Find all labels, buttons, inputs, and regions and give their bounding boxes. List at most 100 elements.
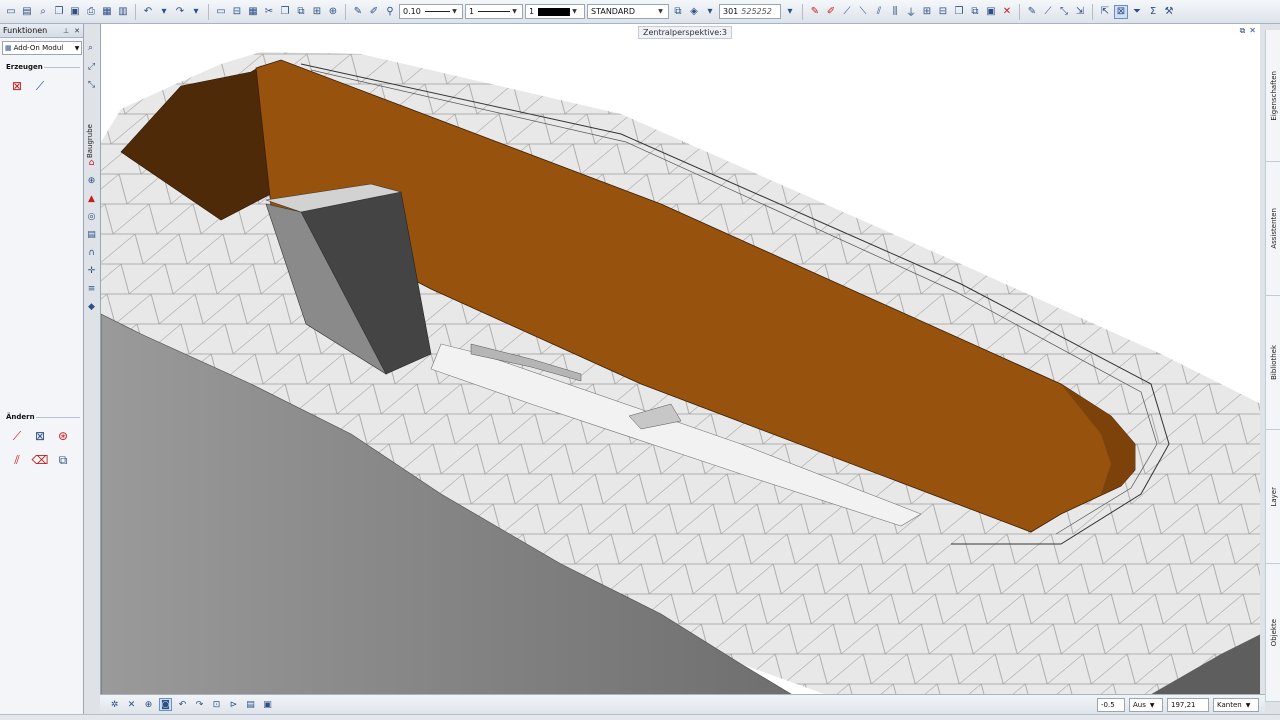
snap-icon[interactable]: ⊠ [1114, 4, 1128, 19]
layer-stack-icon[interactable]: ⧉ [671, 5, 685, 19]
tab-objekte[interactable]: Objekte [1266, 564, 1280, 702]
dimension-icon[interactable]: ⤡ [1057, 5, 1071, 19]
orbit-icon[interactable]: ✲ [108, 698, 121, 711]
tab-bibliothek[interactable]: Bibliothek [1266, 296, 1280, 430]
save-icon[interactable]: ▣ [68, 5, 82, 19]
line-type-select[interactable]: 1 ▼ [465, 4, 523, 19]
view-icon[interactable]: ⊞ [310, 5, 324, 19]
view-box-icon[interactable]: ⊡ [210, 698, 223, 711]
camera-icon[interactable]: ◙ [159, 698, 172, 711]
search-icon[interactable]: ⌕ [84, 41, 97, 54]
paste-icon[interactable]: ▥ [116, 5, 130, 19]
modify-line-icon[interactable]: ⟋ [8, 427, 26, 445]
redo-icon[interactable]: ↷ [173, 5, 187, 19]
modify-hatch-icon[interactable]: ⫽ [8, 451, 26, 469]
tab-circle-icon[interactable]: ◎ [85, 210, 98, 223]
tab-top-icon[interactable]: ⤢ [85, 60, 98, 73]
element-icon[interactable]: ▭ [214, 5, 228, 19]
restore-icon[interactable]: ⧉ [1240, 26, 1246, 36]
cursor-icon[interactable]: ⇱ [1098, 5, 1112, 19]
pan-icon[interactable]: ✕ [125, 698, 138, 711]
align-icon[interactable]: ⊞ [920, 5, 934, 19]
tab-stairs-icon[interactable]: ≡ [85, 282, 98, 295]
tab-eigenschaften[interactable]: Eigenschaften [1266, 30, 1280, 162]
grid-icon[interactable]: ▦ [246, 5, 260, 19]
pen-thickness-select[interactable]: 0.10 ▼ [399, 4, 463, 19]
wizard-icon[interactable]: ⚒ [1162, 5, 1176, 19]
duplicate-icon[interactable]: ❐ [952, 5, 966, 19]
redo-dropdown-icon[interactable]: ▾ [189, 5, 203, 19]
stretch-icon[interactable]: ✐ [824, 5, 838, 19]
undo-dropdown-icon[interactable]: ▾ [157, 5, 171, 19]
pipette-icon[interactable]: ⚲ [383, 5, 397, 19]
tab-house-icon[interactable]: ⌂ [85, 156, 98, 169]
tab-diamond-icon[interactable]: ◆ [85, 300, 98, 313]
array-icon[interactable]: ⊟ [936, 5, 950, 19]
layer-select[interactable]: STANDARD ▼ [587, 4, 669, 19]
measure-distance-icon[interactable]: ⟋ [1041, 5, 1055, 19]
render-icon[interactable]: ▣ [261, 698, 274, 711]
modify-star-icon[interactable]: ⊛ [54, 427, 72, 445]
vertical-tab-label[interactable]: Baugrube [86, 124, 94, 158]
undo-view-icon[interactable]: ↶ [176, 698, 189, 711]
chevron-down-icon[interactable]: ▾ [783, 5, 797, 19]
modify-layer-icon[interactable]: ⧉ [54, 451, 72, 469]
filter-icon[interactable]: ⏷ [1130, 5, 1144, 19]
viewpoint-icon[interactable]: ⊳ [227, 698, 240, 711]
close-icon[interactable]: ✕ [1249, 26, 1256, 36]
copy-element-icon[interactable]: ❐ [278, 5, 292, 19]
group-icon[interactable]: ⧉ [968, 5, 982, 19]
tab-assistenten[interactable]: Assistenten [1266, 162, 1280, 296]
modify-erase-icon[interactable]: ⌫ [31, 451, 49, 469]
layer-copy-icon[interactable]: ▣ [984, 5, 998, 19]
zoom-icon[interactable]: ⊕ [142, 698, 155, 711]
format-painter-icon[interactable]: ✎ [1025, 5, 1039, 19]
cut-icon[interactable]: ✂ [262, 5, 276, 19]
mode-select[interactable]: Aus ▼ [1129, 698, 1163, 712]
mirror-line-icon[interactable]: ⏚ [904, 5, 918, 19]
trim-icon[interactable]: ⟍ [856, 5, 870, 19]
hatch-select[interactable]: 301 525252 [719, 4, 781, 19]
offset-icon[interactable]: ⫽ [872, 5, 886, 19]
section-icon[interactable]: ▤ [244, 698, 257, 711]
pin-icon[interactable]: ⊥ [63, 27, 69, 35]
close-icon[interactable]: ✕ [74, 27, 80, 35]
tab-cross-icon[interactable]: ✛ [85, 264, 98, 277]
modify-red-icon[interactable]: ✎ [808, 5, 822, 19]
3d-viewport[interactable]: Zentralperspektive:3 ⧉ ✕ [100, 24, 1260, 700]
excavation-create-icon[interactable]: ⊠ [8, 77, 26, 95]
tab-arch-icon[interactable]: ∩ [85, 246, 98, 259]
tab-warning-icon[interactable]: ▲ [85, 192, 98, 205]
tab-layer[interactable]: Layer [1266, 430, 1280, 564]
layer-options-icon[interactable]: ▾ [703, 5, 717, 19]
angle-field[interactable]: 197,21 [1167, 698, 1209, 712]
new-file-icon[interactable]: ▭ [4, 5, 18, 19]
slope-create-icon[interactable]: ⟋ [31, 77, 49, 95]
open-icon[interactable]: ▤ [20, 5, 34, 19]
delete-icon[interactable]: ✕ [1000, 5, 1014, 19]
tab-globe-icon[interactable]: ⊕ [85, 174, 98, 187]
label-icon[interactable]: ⇲ [1073, 5, 1087, 19]
layer-visibility-icon[interactable]: ◈ [687, 5, 701, 19]
parallel-icon[interactable]: ⫼ [888, 5, 902, 19]
color-select[interactable]: 1 ▼ [525, 4, 585, 19]
display-mode-select[interactable]: Kanten ▼ [1213, 698, 1259, 712]
sum-icon[interactable]: Σ [1146, 5, 1160, 19]
undo-icon[interactable]: ↶ [141, 5, 155, 19]
mirror-icon[interactable]: ⧉ [294, 5, 308, 19]
tab-second-icon[interactable]: ⤡ [85, 78, 98, 91]
tab-chart-icon[interactable]: ▤ [85, 228, 98, 241]
print-icon[interactable]: ⎙ [84, 5, 98, 19]
search-doc-icon[interactable]: ⌕ [36, 5, 50, 19]
brush-icon[interactable]: ✐ [367, 5, 381, 19]
pen-icon[interactable]: ✎ [351, 5, 365, 19]
offset-field[interactable]: -0.5 [1097, 698, 1125, 712]
copy-icon[interactable]: ❐ [52, 5, 66, 19]
extend-icon[interactable]: ⟋ [840, 5, 854, 19]
clipboard-icon[interactable]: ▦ [100, 5, 114, 19]
modify-cross-icon[interactable]: ⊠ [31, 427, 49, 445]
module-select[interactable]: ▦ Add-On Modul ▼ [2, 41, 82, 55]
zoom-icon[interactable]: ⊕ [326, 5, 340, 19]
redo-view-icon[interactable]: ↷ [193, 698, 206, 711]
measure-icon[interactable]: ⊟ [230, 5, 244, 19]
